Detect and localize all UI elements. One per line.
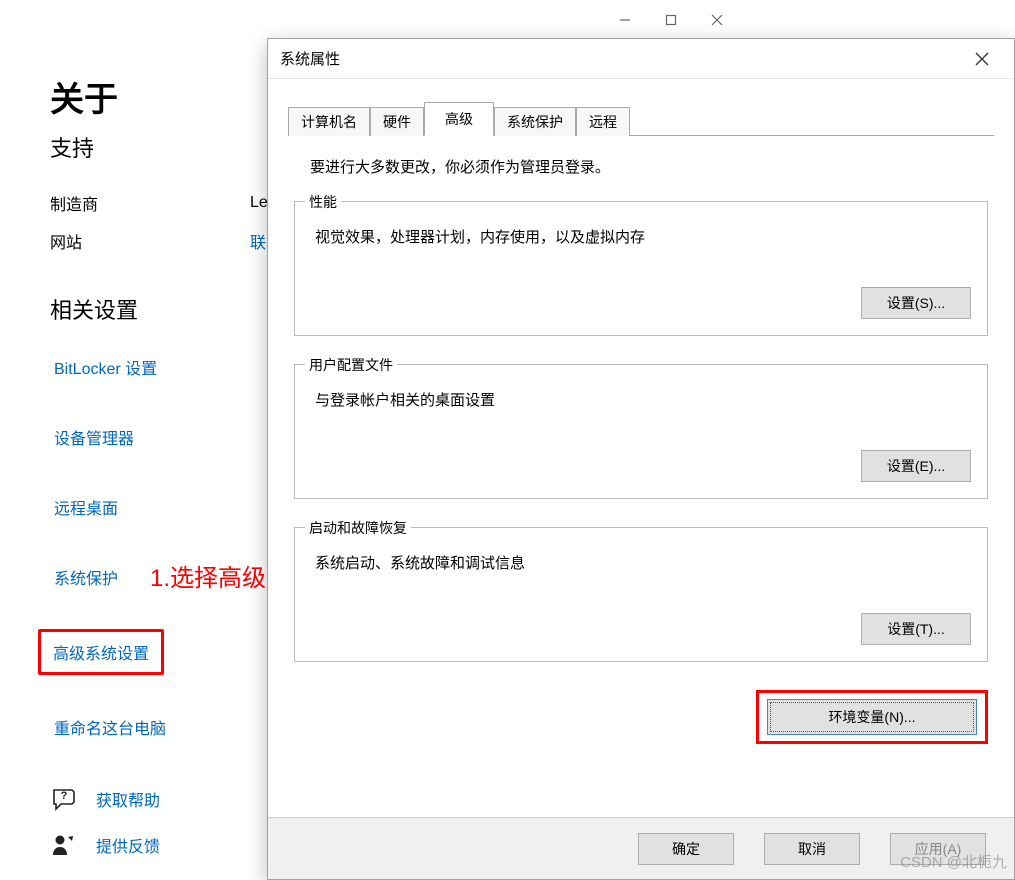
maximize-button[interactable] xyxy=(648,4,694,36)
minimize-button[interactable] xyxy=(602,4,648,36)
tab-hardware[interactable]: 硬件 xyxy=(370,107,424,136)
settings-window-chrome xyxy=(0,0,740,40)
settings-startup-button[interactable]: 设置(T)... xyxy=(861,613,971,645)
dialog-title: 系统属性 xyxy=(280,48,962,69)
tab-strip: 计算机名 硬件 高级 系统保护 远程 xyxy=(288,101,994,136)
link-get-help[interactable]: 获取帮助 xyxy=(96,787,160,811)
settings-performance-button[interactable]: 设置(S)... xyxy=(861,287,971,319)
ok-button[interactable]: 确定 xyxy=(638,833,734,865)
tab-remote[interactable]: 远程 xyxy=(576,107,630,136)
close-button[interactable] xyxy=(694,4,740,36)
link-advanced-system-settings[interactable]: 高级系统设置 xyxy=(38,629,164,675)
legend-user-profile: 用户配置文件 xyxy=(305,355,397,375)
admin-instruction: 要进行大多数更改，你必须作为管理员登录。 xyxy=(310,156,994,177)
dialog-close-button[interactable] xyxy=(962,39,1002,79)
link-give-feedback[interactable]: 提供反馈 xyxy=(96,833,160,857)
legend-startup-recovery: 启动和故障恢复 xyxy=(305,518,411,538)
env-variables-row: 环境变量(N)... xyxy=(294,690,988,744)
manufacturer-label: 制造商 xyxy=(50,191,250,215)
settings-user-profile-button[interactable]: 设置(E)... xyxy=(861,450,971,482)
link-rename-pc[interactable]: 重命名这台电脑 xyxy=(50,709,170,745)
desc-startup-recovery: 系统启动、系统故障和调试信息 xyxy=(315,552,971,573)
svg-text:?: ? xyxy=(61,790,68,802)
legend-performance: 性能 xyxy=(305,192,341,212)
help-icon: ? xyxy=(50,785,78,813)
feedback-icon xyxy=(50,831,78,859)
link-remote-desktop[interactable]: 远程桌面 xyxy=(50,489,122,525)
website-link[interactable]: 联 xyxy=(250,229,266,253)
desc-user-profile: 与登录帐户相关的桌面设置 xyxy=(315,389,971,410)
tab-computer-name[interactable]: 计算机名 xyxy=(288,107,370,136)
env-highlight-box: 环境变量(N)... xyxy=(756,690,988,744)
tab-advanced[interactable]: 高级 xyxy=(424,102,494,136)
group-user-profile: 用户配置文件 与登录帐户相关的桌面设置 设置(E)... xyxy=(294,364,988,499)
link-bitlocker[interactable]: BitLocker 设置 xyxy=(50,349,161,385)
group-performance: 性能 视觉效果，处理器计划，内存使用，以及虚拟内存 设置(S)... xyxy=(294,201,988,336)
watermark: CSDN @北栀九 xyxy=(900,851,1007,872)
environment-variables-button[interactable]: 环境变量(N)... xyxy=(767,699,977,735)
manufacturer-value: Le xyxy=(250,194,268,212)
link-system-protection[interactable]: 系统保护 xyxy=(50,559,122,595)
system-properties-dialog: 系统属性 计算机名 硬件 高级 系统保护 远程 要进行大多数更改，你必须作为管理… xyxy=(267,38,1015,880)
dialog-titlebar: 系统属性 xyxy=(268,39,1014,79)
tab-system-protection[interactable]: 系统保护 xyxy=(494,107,576,136)
website-label: 网站 xyxy=(50,229,250,253)
desc-performance: 视觉效果，处理器计划，内存使用，以及虚拟内存 xyxy=(315,226,971,247)
link-device-manager[interactable]: 设备管理器 xyxy=(50,419,138,455)
cancel-button[interactable]: 取消 xyxy=(764,833,860,865)
group-startup-recovery: 启动和故障恢复 系统启动、系统故障和调试信息 设置(T)... xyxy=(294,527,988,662)
